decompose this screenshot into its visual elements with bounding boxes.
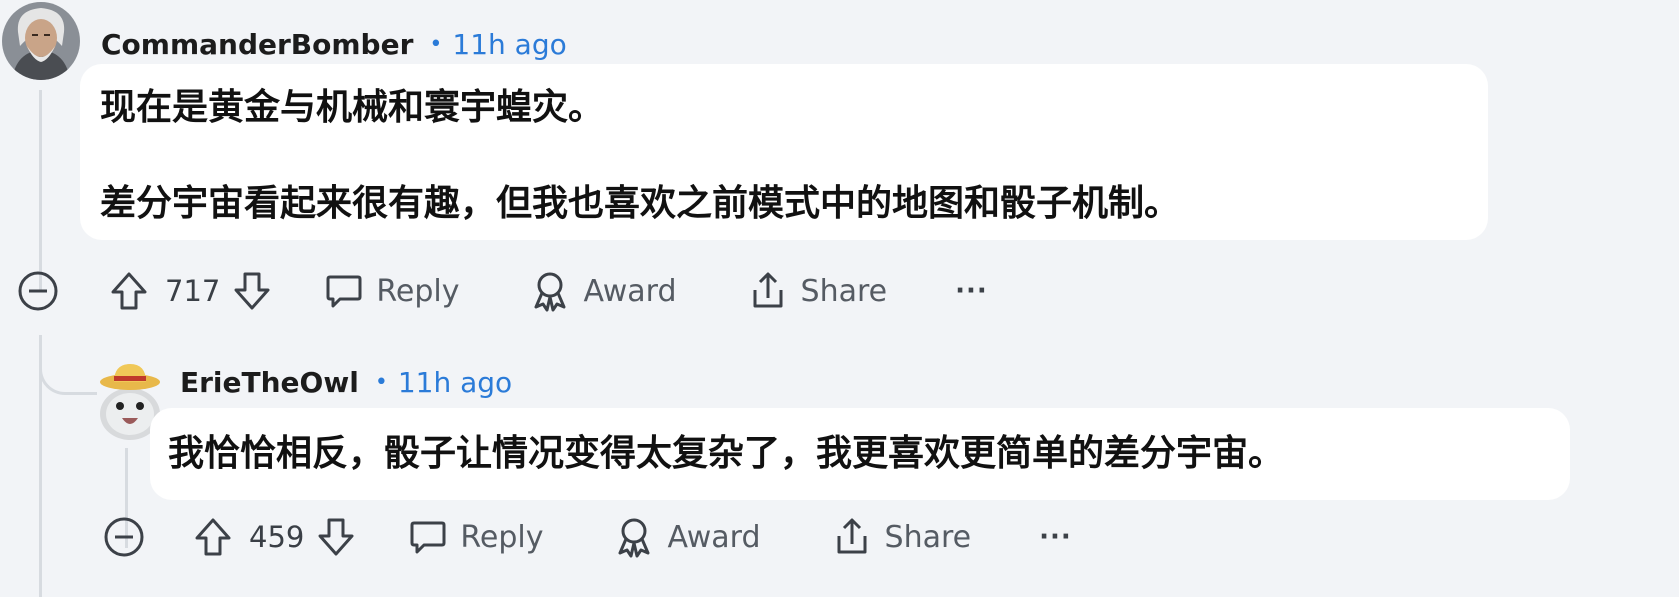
share-label: Share (884, 519, 972, 555)
collapse-button[interactable] (101, 514, 147, 560)
downvote-button[interactable] (232, 270, 272, 312)
downvote-arrow-icon (318, 518, 354, 556)
vote-score: 459 (249, 520, 305, 554)
award-icon (534, 272, 566, 312)
comment-paragraph: 我恰恰相反，骰子让情况变得太复杂了，我更喜欢更简单的差分宇宙。 (168, 433, 1285, 474)
share-label: Share (800, 273, 888, 309)
thread-branch-connector (39, 355, 97, 395)
reply-label: Reply (376, 273, 460, 309)
more-options-icon: ··· (1039, 522, 1072, 552)
meta-separator: • (429, 31, 443, 57)
award-label: Award (667, 519, 761, 555)
avatar-commanderbomber[interactable] (2, 2, 80, 80)
comment-header: CommanderBomber • 11h ago (101, 24, 567, 64)
share-button[interactable]: Share (747, 270, 888, 312)
collapse-button[interactable] (15, 268, 61, 314)
downvote-button[interactable] (316, 516, 356, 558)
award-label: Award (583, 273, 677, 309)
meta-separator: • (374, 369, 388, 395)
comment-paragraph: 现在是黄金与机械和寰宇蝗灾。 (100, 87, 605, 128)
comment-body: 现在是黄金与机械和寰宇蝗灾。 差分宇宙看起来很有趣，但我也喜欢之前模式中的地图和… (80, 64, 1488, 240)
comment-actions: 717 Reply Award Share ··· (15, 266, 988, 316)
collapse-icon (18, 271, 58, 311)
award-button[interactable]: Award (529, 270, 677, 312)
comment-header: ErieTheOwl • 11h ago (180, 362, 512, 402)
reply-button[interactable]: Reply (324, 271, 459, 311)
comment-bubble-icon (326, 275, 362, 308)
share-icon (753, 272, 783, 308)
username[interactable]: ErieTheOwl (180, 366, 359, 399)
timestamp[interactable]: 11h ago (398, 366, 512, 399)
more-options-button[interactable]: ··· (955, 276, 988, 306)
timestamp[interactable]: 11h ago (452, 28, 566, 61)
collapse-icon (104, 517, 144, 557)
thread-line-primary (39, 90, 42, 290)
upvote-button[interactable] (109, 270, 149, 312)
reply-label: Reply (460, 519, 544, 555)
reply-button[interactable]: Reply (408, 517, 543, 557)
upvote-arrow-icon (195, 518, 231, 556)
vote-score: 717 (165, 274, 221, 308)
more-options-icon: ··· (955, 276, 988, 306)
upvote-arrow-icon (111, 272, 147, 310)
award-button[interactable]: Award (613, 516, 761, 558)
more-options-button[interactable]: ··· (1039, 522, 1072, 552)
comment-bubble-icon (410, 521, 446, 554)
downvote-arrow-icon (234, 272, 270, 310)
comment-body: 我恰恰相反，骰子让情况变得太复杂了，我更喜欢更简单的差分宇宙。 (150, 408, 1570, 500)
username[interactable]: CommanderBomber (101, 28, 413, 61)
share-icon (837, 518, 867, 554)
comment-actions: 459 Reply Award Share ··· (101, 512, 1072, 562)
upvote-button[interactable] (193, 516, 233, 558)
comment-paragraph: 差分宇宙看起来很有趣，但我也喜欢之前模式中的地图和骰子机制。 (100, 183, 1181, 224)
share-button[interactable]: Share (831, 516, 972, 558)
award-icon (618, 518, 650, 558)
